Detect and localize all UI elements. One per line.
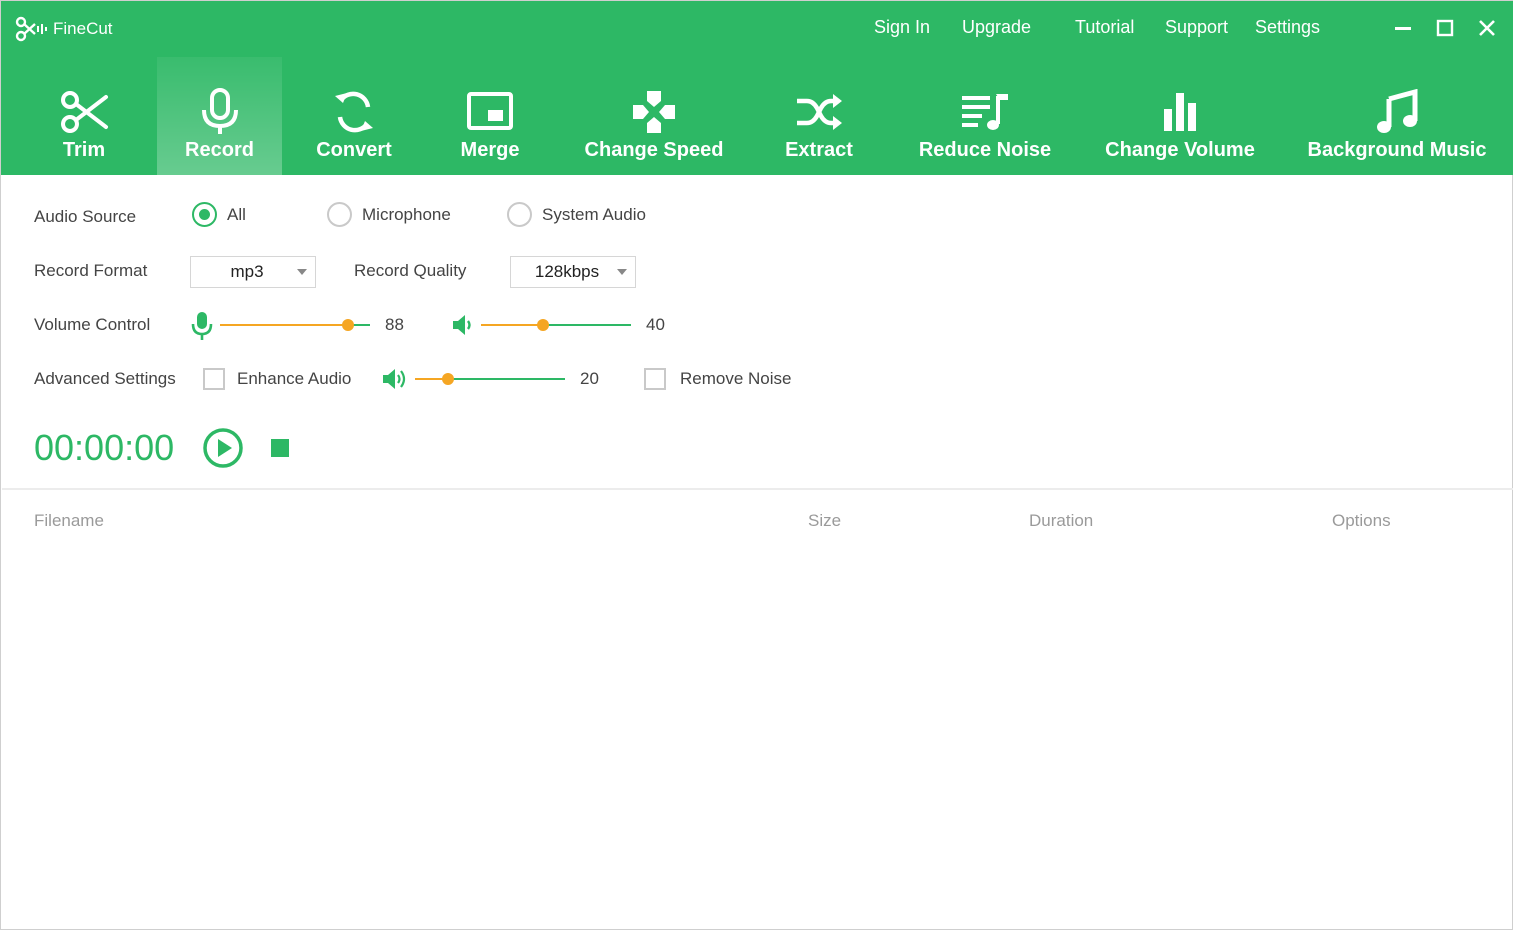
tool-change-volume[interactable]: Change Volume bbox=[1095, 57, 1265, 175]
upgrade-link[interactable]: Upgrade bbox=[962, 17, 1031, 38]
slider-fill bbox=[481, 324, 543, 326]
tool-reduce-noise[interactable]: Reduce Noise bbox=[913, 57, 1057, 175]
tool-bar: Trim Record Convert Merge Change Speed E… bbox=[1, 57, 1513, 175]
settings-link[interactable]: Settings bbox=[1255, 17, 1320, 38]
play-button[interactable] bbox=[202, 427, 244, 469]
music-note-icon bbox=[1377, 89, 1418, 133]
record-quality-value: 128kbps bbox=[534, 262, 600, 281]
speaker-volume-icon bbox=[453, 315, 471, 335]
chevron-down-icon bbox=[297, 269, 307, 275]
tutorial-link[interactable]: Tutorial bbox=[1075, 17, 1134, 38]
maximize-button[interactable] bbox=[1432, 15, 1458, 41]
tool-label: Merge bbox=[460, 139, 520, 161]
tool-change-speed[interactable]: Change Speed bbox=[579, 57, 729, 175]
radio-microphone[interactable]: Microphone bbox=[327, 202, 451, 227]
enhance-audio-label: Enhance Audio bbox=[237, 369, 352, 388]
slider-fill bbox=[220, 324, 348, 326]
remove-noise-label: Remove Noise bbox=[680, 369, 792, 388]
merge-icon bbox=[467, 92, 513, 130]
close-icon bbox=[1479, 20, 1495, 36]
extract-icon bbox=[797, 94, 842, 130]
column-filename[interactable]: Filename bbox=[34, 511, 104, 531]
radio-selected-indicator bbox=[192, 202, 217, 227]
record-quality-label: Record Quality bbox=[354, 261, 467, 280]
tool-label: Background Music bbox=[1307, 139, 1487, 161]
minimize-icon bbox=[1395, 27, 1411, 30]
enhance-volume-icon bbox=[383, 369, 406, 389]
record-timer: 00:00:00 bbox=[34, 427, 175, 468]
microphone-volume-value: 88 bbox=[385, 315, 404, 334]
tool-label: Change Volume bbox=[1105, 139, 1255, 161]
tool-trim[interactable]: Trim bbox=[41, 57, 127, 175]
change-speed-icon bbox=[633, 91, 675, 133]
tool-label: Record bbox=[185, 139, 254, 161]
radio-label: System Audio bbox=[542, 204, 646, 224]
tool-label: Convert bbox=[316, 139, 392, 161]
record-format-label: Record Format bbox=[34, 261, 148, 280]
support-link[interactable]: Support bbox=[1165, 17, 1228, 38]
tool-background-music[interactable]: Background Music bbox=[1301, 57, 1493, 175]
tool-label: Reduce Noise bbox=[918, 139, 1052, 161]
chevron-down-icon bbox=[617, 269, 627, 275]
app-header: FineCut Sign In Upgrade Tutorial Support… bbox=[1, 1, 1513, 175]
minimize-button[interactable] bbox=[1390, 15, 1416, 41]
tool-extract[interactable]: Extract bbox=[775, 57, 863, 175]
microphone-volume-slider[interactable] bbox=[220, 318, 370, 332]
microphone-volume-icon bbox=[191, 312, 213, 340]
radio-all[interactable]: All bbox=[192, 202, 246, 227]
radio-system-audio[interactable]: System Audio bbox=[507, 202, 646, 227]
enhance-audio-checkbox[interactable] bbox=[203, 368, 225, 390]
slider-thumb[interactable] bbox=[536, 319, 549, 331]
tool-label: Trim bbox=[62, 139, 106, 161]
stop-button[interactable] bbox=[271, 439, 289, 457]
maximize-icon bbox=[1436, 19, 1454, 37]
tool-label: Change Speed bbox=[584, 139, 724, 161]
section-divider bbox=[2, 488, 1513, 490]
sign-in-link[interactable]: Sign In bbox=[874, 17, 930, 38]
change-volume-icon bbox=[1164, 93, 1196, 131]
tool-label: Extract bbox=[785, 139, 853, 161]
brand: FineCut bbox=[15, 15, 113, 43]
enhance-audio-slider[interactable] bbox=[415, 372, 565, 386]
play-icon bbox=[218, 439, 232, 457]
speaker-volume-value: 40 bbox=[646, 315, 665, 334]
microphone-icon bbox=[201, 88, 238, 134]
finecut-logo-icon bbox=[15, 16, 47, 42]
slider-thumb[interactable] bbox=[442, 373, 454, 385]
remove-noise-checkbox[interactable] bbox=[644, 368, 666, 390]
record-format-value: mp3 bbox=[230, 262, 264, 281]
audio-source-label: Audio Source bbox=[34, 207, 137, 226]
app-window: FineCut Sign In Upgrade Tutorial Support… bbox=[0, 0, 1513, 930]
enhance-audio-value: 20 bbox=[580, 369, 599, 388]
slider-thumb[interactable] bbox=[341, 319, 354, 331]
speaker-volume-slider[interactable] bbox=[481, 318, 631, 332]
column-duration[interactable]: Duration bbox=[1029, 511, 1093, 531]
volume-control-label: Volume Control bbox=[34, 315, 151, 334]
scissors-icon bbox=[61, 91, 108, 133]
tool-record[interactable]: Record bbox=[157, 57, 282, 175]
record-quality-select[interactable]: 128kbps bbox=[510, 256, 636, 288]
radio-indicator bbox=[327, 202, 352, 227]
radio-label: All bbox=[227, 204, 246, 224]
radio-indicator bbox=[507, 202, 532, 227]
reduce-noise-icon bbox=[962, 94, 1008, 130]
convert-icon bbox=[335, 91, 373, 133]
tool-merge[interactable]: Merge bbox=[445, 57, 535, 175]
app-name: FineCut bbox=[53, 19, 113, 38]
tool-convert[interactable]: Convert bbox=[301, 57, 407, 175]
radio-label: Microphone bbox=[362, 204, 451, 224]
close-button[interactable] bbox=[1474, 15, 1500, 41]
record-format-select[interactable]: mp3 bbox=[190, 256, 316, 288]
advanced-settings-label: Advanced Settings bbox=[34, 369, 176, 388]
column-size[interactable]: Size bbox=[808, 511, 841, 531]
column-options[interactable]: Options bbox=[1332, 511, 1391, 531]
stop-icon bbox=[271, 439, 289, 457]
